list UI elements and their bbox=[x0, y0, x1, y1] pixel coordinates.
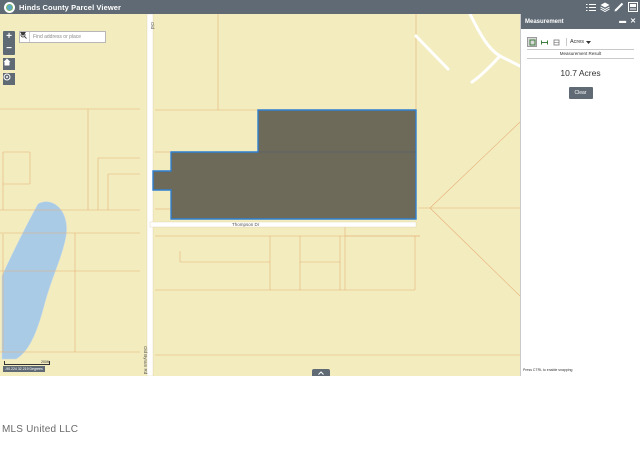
measurement-panel: Measurement ▬ ✕ Acres Measurement Result… bbox=[520, 14, 640, 376]
basemap: Old Thompson Dr Old Byram Rd bbox=[0, 14, 520, 376]
layers-icon[interactable] bbox=[599, 1, 610, 13]
panel-title: Measurement bbox=[525, 18, 564, 25]
app-logo bbox=[4, 1, 15, 13]
clear-button[interactable]: Clear bbox=[568, 87, 593, 99]
chevron-up-icon bbox=[318, 370, 324, 375]
locate-icon bbox=[3, 73, 11, 81]
tool-separator bbox=[566, 38, 567, 46]
zoom-in-button[interactable]: + bbox=[3, 31, 15, 43]
distance-tool-button[interactable] bbox=[539, 37, 549, 47]
driveways bbox=[414, 14, 520, 84]
locate-button[interactable] bbox=[3, 73, 15, 85]
minimize-icon[interactable]: ▬ bbox=[619, 18, 626, 25]
layer-list-icon[interactable] bbox=[585, 1, 596, 13]
measure-icon[interactable] bbox=[613, 1, 624, 13]
road-label-old-top: Old bbox=[150, 22, 155, 30]
app-window: Hinds County Parcel Viewer Old Thompson … bbox=[0, 0, 640, 376]
snap-hint: Press CTRL to enable snapping bbox=[523, 368, 573, 372]
home-icon bbox=[3, 58, 11, 66]
scale-label: 200ft bbox=[41, 360, 49, 364]
zoom-controls: + − bbox=[3, 31, 15, 55]
road-label-thompson: Thompson Dr bbox=[232, 222, 260, 227]
area-tool-button[interactable] bbox=[527, 37, 537, 47]
location-icon bbox=[553, 39, 559, 45]
divider bbox=[527, 49, 634, 50]
road-old-byram bbox=[146, 14, 154, 376]
divider bbox=[527, 58, 634, 59]
result-label: Measurement Result bbox=[559, 51, 602, 56]
search-icon bbox=[20, 32, 27, 39]
watermark: MLS United LLC bbox=[2, 424, 79, 435]
search-button[interactable] bbox=[20, 32, 105, 42]
measure-tools: Acres bbox=[527, 37, 640, 47]
app-header: Hinds County Parcel Viewer bbox=[0, 0, 640, 14]
chevron-down-icon bbox=[586, 40, 592, 44]
attribute-table-toggle[interactable] bbox=[312, 369, 330, 376]
selected-parcel bbox=[152, 109, 417, 220]
road-label-old-byram: Old Byram Rd bbox=[143, 346, 148, 375]
home-button[interactable] bbox=[3, 58, 15, 70]
unit-label: Acres bbox=[570, 39, 585, 45]
area-icon bbox=[529, 39, 535, 45]
panel-header: Measurement ▬ ✕ bbox=[521, 14, 640, 29]
print-icon[interactable] bbox=[627, 1, 638, 13]
unit-dropdown[interactable]: Acres bbox=[570, 39, 592, 45]
coordinate-readout: -90.224 32.219 Degrees bbox=[3, 366, 45, 372]
search-box bbox=[19, 31, 106, 43]
result-value: 10.7 Acres bbox=[560, 68, 601, 78]
water-body bbox=[1, 201, 67, 360]
close-icon[interactable]: ✕ bbox=[630, 18, 636, 25]
search-input[interactable] bbox=[30, 32, 88, 42]
distance-icon bbox=[540, 40, 548, 44]
zoom-out-button[interactable]: − bbox=[3, 43, 15, 55]
app-title: Hinds County Parcel Viewer bbox=[19, 2, 122, 12]
map-view[interactable]: Old Thompson Dr Old Byram Rd + − bbox=[0, 14, 520, 376]
location-tool-button[interactable] bbox=[551, 37, 561, 47]
road-thompson bbox=[149, 221, 417, 228]
